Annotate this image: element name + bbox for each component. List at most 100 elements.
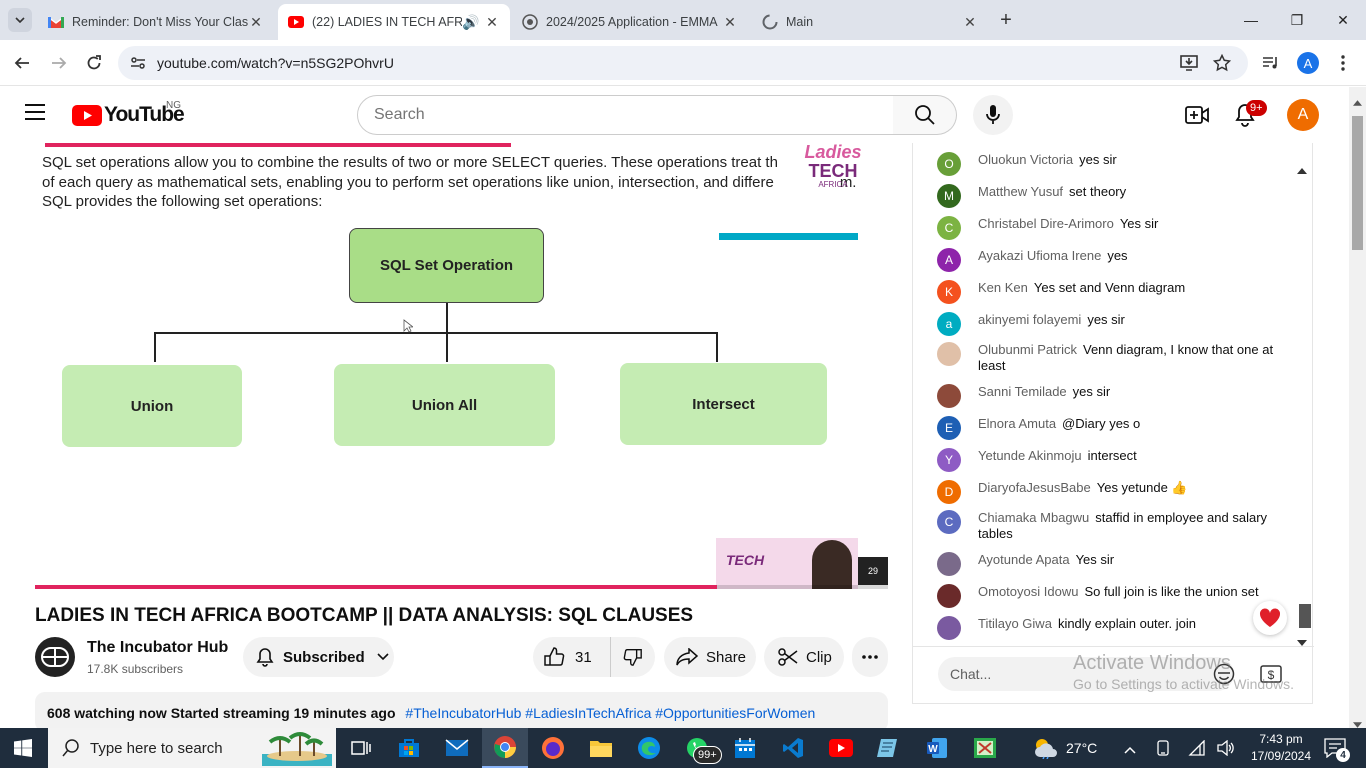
chat-avatar[interactable]: M — [937, 184, 961, 208]
scroll-up-arrow-icon[interactable] — [1297, 161, 1307, 179]
speaker-icon[interactable]: 🔊 — [462, 14, 479, 31]
chat-avatar[interactable] — [937, 552, 961, 576]
scroll-down-arrow-icon[interactable] — [1297, 633, 1307, 651]
subscribed-button[interactable]: Subscribed — [243, 637, 394, 677]
close-icon[interactable]: ✕ — [484, 14, 500, 31]
search-button[interactable] — [893, 95, 957, 135]
calendar-app-icon[interactable] — [722, 728, 768, 768]
chat-avatar[interactable] — [937, 584, 961, 608]
forward-icon[interactable] — [48, 52, 70, 74]
media-control-icon[interactable] — [1260, 52, 1282, 74]
restore-button[interactable]: ❐ — [1274, 0, 1320, 40]
tab-youtube[interactable]: (22) LADIES IN TECH AFRIC 🔊 ✕ — [278, 4, 510, 40]
mail-icon[interactable] — [434, 728, 480, 768]
video-player[interactable]: SQL set operations allow you to combine … — [35, 143, 888, 589]
task-view-icon[interactable] — [338, 728, 384, 768]
chat-author-name[interactable]: Ayotunde Apata — [978, 552, 1070, 567]
word-icon[interactable]: W — [914, 728, 960, 768]
channel-name[interactable]: The Incubator Hub — [87, 639, 228, 657]
show-hidden-icons-icon[interactable] — [1124, 741, 1136, 759]
close-icon[interactable]: ✕ — [248, 14, 264, 31]
heart-reaction-button[interactable] — [1253, 601, 1287, 635]
clip-button[interactable]: Clip — [764, 637, 844, 677]
back-icon[interactable] — [11, 52, 33, 74]
dislike-button[interactable] — [611, 637, 655, 677]
channel-avatar[interactable] — [35, 637, 75, 677]
chat-author-name[interactable]: Titilayo Giwa — [978, 616, 1052, 631]
page-scrollbar[interactable] — [1349, 87, 1366, 728]
new-tab-button[interactable]: + — [994, 8, 1018, 32]
chrome-taskbar-icon[interactable] — [482, 728, 528, 768]
chat-author-name[interactable]: Ayakazi Ufioma Irene — [978, 248, 1101, 263]
chat-avatar[interactable] — [937, 616, 961, 640]
install-app-icon[interactable] — [1178, 52, 1200, 74]
windows-start-button[interactable] — [0, 728, 46, 768]
chat-author-name[interactable]: Olubunmi Patrick — [978, 342, 1077, 357]
chat-author-name[interactable]: Christabel Dire-Arimoro — [978, 216, 1114, 231]
chat-avatar[interactable] — [937, 384, 961, 408]
chat-author-name[interactable]: Chiamaka Mbagwu — [978, 510, 1089, 525]
close-window-button[interactable]: ✕ — [1320, 0, 1366, 40]
taskbar-search-box[interactable]: Type here to search — [48, 728, 336, 768]
page-scroll-thumb[interactable] — [1352, 116, 1363, 250]
account-avatar[interactable]: A — [1287, 99, 1319, 131]
vscode-icon[interactable] — [770, 728, 816, 768]
menu-kebab-icon[interactable] — [1332, 52, 1354, 74]
close-icon[interactable]: ✕ — [962, 14, 978, 31]
firefox-icon[interactable] — [530, 728, 576, 768]
reload-icon[interactable] — [83, 52, 105, 74]
chat-avatar[interactable]: C — [937, 510, 961, 534]
site-info-icon[interactable] — [130, 55, 146, 76]
chat-avatar[interactable]: A — [937, 248, 961, 272]
wifi-icon[interactable] — [1187, 739, 1205, 761]
create-icon[interactable] — [1185, 105, 1209, 130]
like-button[interactable]: 31 — [533, 637, 611, 677]
chat-avatar[interactable]: a — [937, 312, 961, 336]
share-button[interactable]: Share — [664, 637, 756, 677]
weather-temperature[interactable]: 27°C — [1066, 740, 1097, 756]
chat-scroll-thumb[interactable] — [1299, 604, 1311, 628]
minimize-button[interactable]: ― — [1228, 0, 1274, 40]
tab-gmail[interactable]: Reminder: Don't Miss Your Clas ✕ — [38, 4, 274, 40]
description-box[interactable]: 608 watching now Started streaming 19 mi… — [35, 692, 888, 732]
weather-icon[interactable] — [1032, 737, 1060, 764]
bookmark-star-icon[interactable] — [1211, 52, 1233, 74]
scroll-up-arrow-icon[interactable] — [1353, 93, 1362, 111]
chat-avatar[interactable]: Y — [937, 448, 961, 472]
hashtags[interactable]: #TheIncubatorHub #LadiesInTechAfrica #Op… — [405, 705, 815, 721]
tab-search-button[interactable] — [8, 8, 32, 32]
video-progress-track[interactable] — [35, 585, 888, 589]
device-icon[interactable] — [1155, 740, 1171, 761]
more-actions-button[interactable] — [852, 637, 888, 677]
file-explorer-icon[interactable] — [578, 728, 624, 768]
volume-icon[interactable] — [1217, 739, 1235, 761]
profile-avatar[interactable]: A — [1297, 52, 1319, 74]
snipping-tool-icon[interactable] — [962, 728, 1008, 768]
chat-author-name[interactable]: Ken Ken — [978, 280, 1028, 295]
chat-avatar[interactable]: C — [937, 216, 961, 240]
voice-search-button[interactable] — [973, 95, 1013, 135]
tab-main[interactable]: Main ✕ — [752, 4, 988, 40]
address-bar[interactable]: youtube.com/watch?v=n5SG2POhvrU — [118, 46, 1248, 80]
notepad-app-icon[interactable] — [866, 728, 912, 768]
chat-author-name[interactable]: DiaryofaJesusBabe — [978, 480, 1091, 495]
chat-author-name[interactable]: Sanni Temilade — [978, 384, 1067, 399]
chat-author-name[interactable]: Yetunde Akinmoju — [978, 448, 1082, 463]
chat-author-name[interactable]: Oluokun Victoria — [978, 152, 1073, 167]
hamburger-menu-icon[interactable] — [24, 103, 46, 126]
edge-icon[interactable] — [626, 728, 672, 768]
chat-avatar[interactable]: E — [937, 416, 961, 440]
microsoft-store-icon[interactable] — [386, 728, 432, 768]
clock[interactable]: 7:43 pm 17/09/2024 — [1250, 731, 1312, 765]
chat-avatar[interactable]: K — [937, 280, 961, 304]
chat-author-name[interactable]: Matthew Yusuf — [978, 184, 1063, 199]
tab-application[interactable]: 2024/2025 Application - EMMA ✕ — [512, 4, 748, 40]
chat-avatar[interactable]: D — [937, 480, 961, 504]
chat-avatar[interactable] — [937, 342, 961, 366]
chat-author-name[interactable]: Elnora Amuta — [978, 416, 1056, 431]
chat-author-name[interactable]: akinyemi folayemi — [978, 312, 1081, 327]
close-icon[interactable]: ✕ — [722, 14, 738, 31]
chat-avatar[interactable]: O — [937, 152, 961, 176]
chat-author-name[interactable]: Omotoyosi Idowu — [978, 584, 1078, 599]
youtube-app-icon[interactable] — [818, 728, 864, 768]
